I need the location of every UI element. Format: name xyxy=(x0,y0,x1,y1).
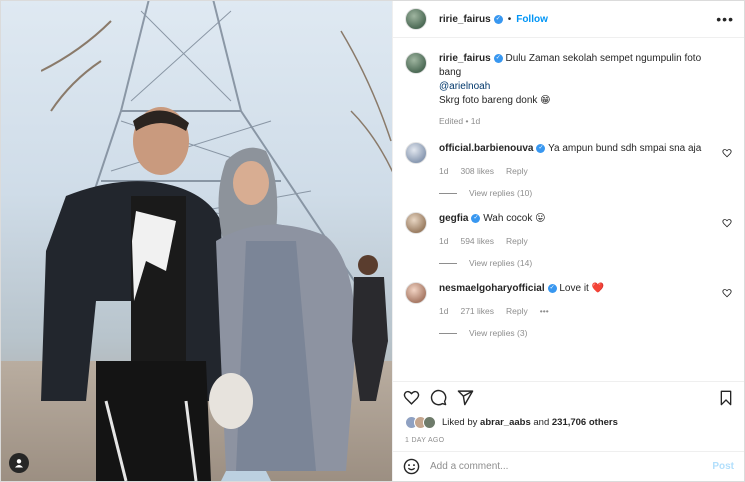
passerby-figure xyxy=(352,255,388,401)
bookmark-icon[interactable] xyxy=(718,390,734,406)
comment-item: gegfia ✓ Wah cocok 😛 1d 594 likes Reply xyxy=(405,212,732,246)
caption-username[interactable]: ririe_fairus xyxy=(439,53,491,64)
comment-icon[interactable] xyxy=(430,389,447,406)
heart-icon[interactable] xyxy=(403,389,420,406)
likes-mid: and xyxy=(533,416,550,428)
commenter-username[interactable]: gegfia xyxy=(439,213,468,224)
post-header: ririe_fairus ✓ • Follow ••• xyxy=(393,1,744,38)
heart-icon[interactable] xyxy=(722,288,732,298)
post-side-panel: ririe_fairus ✓ • Follow ••• ririe_fairus… xyxy=(392,1,744,481)
liker-username[interactable]: abrar_aabs xyxy=(480,417,531,428)
post-time[interactable]: 1 DAY AGO xyxy=(393,429,744,451)
emoji-icon[interactable] xyxy=(403,458,420,475)
caption-line2: Skrg foto bareng donk 😁 xyxy=(439,95,551,106)
comment-text: Love it ❤️ xyxy=(559,283,605,294)
more-icon[interactable]: ••• xyxy=(716,12,734,26)
liker-avatar xyxy=(423,415,436,429)
post-dialog: ririe_fairus ✓ • Follow ••• ririe_fairus… xyxy=(0,0,745,482)
post-comment-button[interactable]: Post xyxy=(712,461,734,472)
view-replies-label[interactable]: View replies (10) xyxy=(469,188,532,198)
caption-edited: Edited • 1d xyxy=(439,116,481,126)
heart-icon[interactable] xyxy=(722,148,732,158)
comment-input[interactable]: Add a comment... xyxy=(430,461,712,472)
view-replies[interactable]: View replies (14) xyxy=(439,258,732,268)
commenter-avatar[interactable] xyxy=(405,212,427,234)
comment-text: Ya ampun bund sdh smpai sna aja xyxy=(548,143,702,154)
comment-text: Wah cocok 😛 xyxy=(483,213,546,224)
follow-button[interactable]: Follow xyxy=(516,14,548,25)
reply-button[interactable]: Reply xyxy=(506,166,528,176)
comment-item: nesmaelgoharyofficial ✓ Love it ❤️ 1d 271… xyxy=(405,282,732,316)
commenter-avatar[interactable] xyxy=(405,282,427,304)
view-replies-label[interactable]: View replies (14) xyxy=(469,258,532,268)
man-figure xyxy=(41,107,226,481)
commenter-avatar[interactable] xyxy=(405,142,427,164)
caption: ririe_fairus ✓ Dulu Zaman sekolah sempet … xyxy=(405,52,732,126)
commenter-username[interactable]: official.barbienouva xyxy=(439,143,533,154)
verified-icon: ✓ xyxy=(536,143,546,153)
caption-mention-link[interactable]: @arielnoah xyxy=(439,81,490,92)
verified-icon: ✓ xyxy=(471,213,481,223)
author-username[interactable]: ririe_fairus xyxy=(439,14,491,25)
action-bar xyxy=(393,381,744,413)
comment-likes[interactable]: 271 likes xyxy=(460,306,494,316)
likes-count[interactable]: 231,706 others xyxy=(552,417,618,428)
verified-icon: ✓ xyxy=(493,53,503,63)
reply-button[interactable]: Reply xyxy=(506,306,528,316)
share-icon[interactable] xyxy=(457,389,474,406)
view-replies[interactable]: View replies (10) xyxy=(439,188,732,198)
likes-summary: Liked by abrar_aabs and 231,706 others xyxy=(393,413,744,429)
author-avatar[interactable] xyxy=(405,52,427,74)
comment-likes[interactable]: 594 likes xyxy=(460,236,494,246)
verified-icon: ✓ xyxy=(493,14,503,24)
comment-age: 1d xyxy=(439,166,449,176)
view-replies[interactable]: View replies (3) xyxy=(439,328,732,338)
comment-item: official.barbienouva ✓ Ya ampun bund sdh … xyxy=(405,142,732,176)
heart-icon[interactable] xyxy=(722,218,732,228)
separator-dot: • xyxy=(507,13,512,25)
commenter-username[interactable]: nesmaelgoharyofficial xyxy=(439,283,545,294)
add-comment-bar: Add a comment... Post xyxy=(393,451,744,481)
reply-button[interactable]: Reply xyxy=(506,236,528,246)
comment-age: 1d xyxy=(439,236,449,246)
comment-likes[interactable]: 308 likes xyxy=(460,166,494,176)
comments-list: ririe_fairus ✓ Dulu Zaman sekolah sempet … xyxy=(393,38,744,381)
user-tag-icon[interactable] xyxy=(9,453,29,473)
verified-icon: ✓ xyxy=(547,283,557,293)
post-photo[interactable] xyxy=(1,1,392,481)
view-replies-label[interactable]: View replies (3) xyxy=(469,328,527,338)
author-avatar[interactable] xyxy=(405,8,427,30)
comment-more-icon[interactable]: ••• xyxy=(540,306,549,316)
comment-age: 1d xyxy=(439,306,449,316)
likes-prefix: Liked by xyxy=(442,416,478,428)
